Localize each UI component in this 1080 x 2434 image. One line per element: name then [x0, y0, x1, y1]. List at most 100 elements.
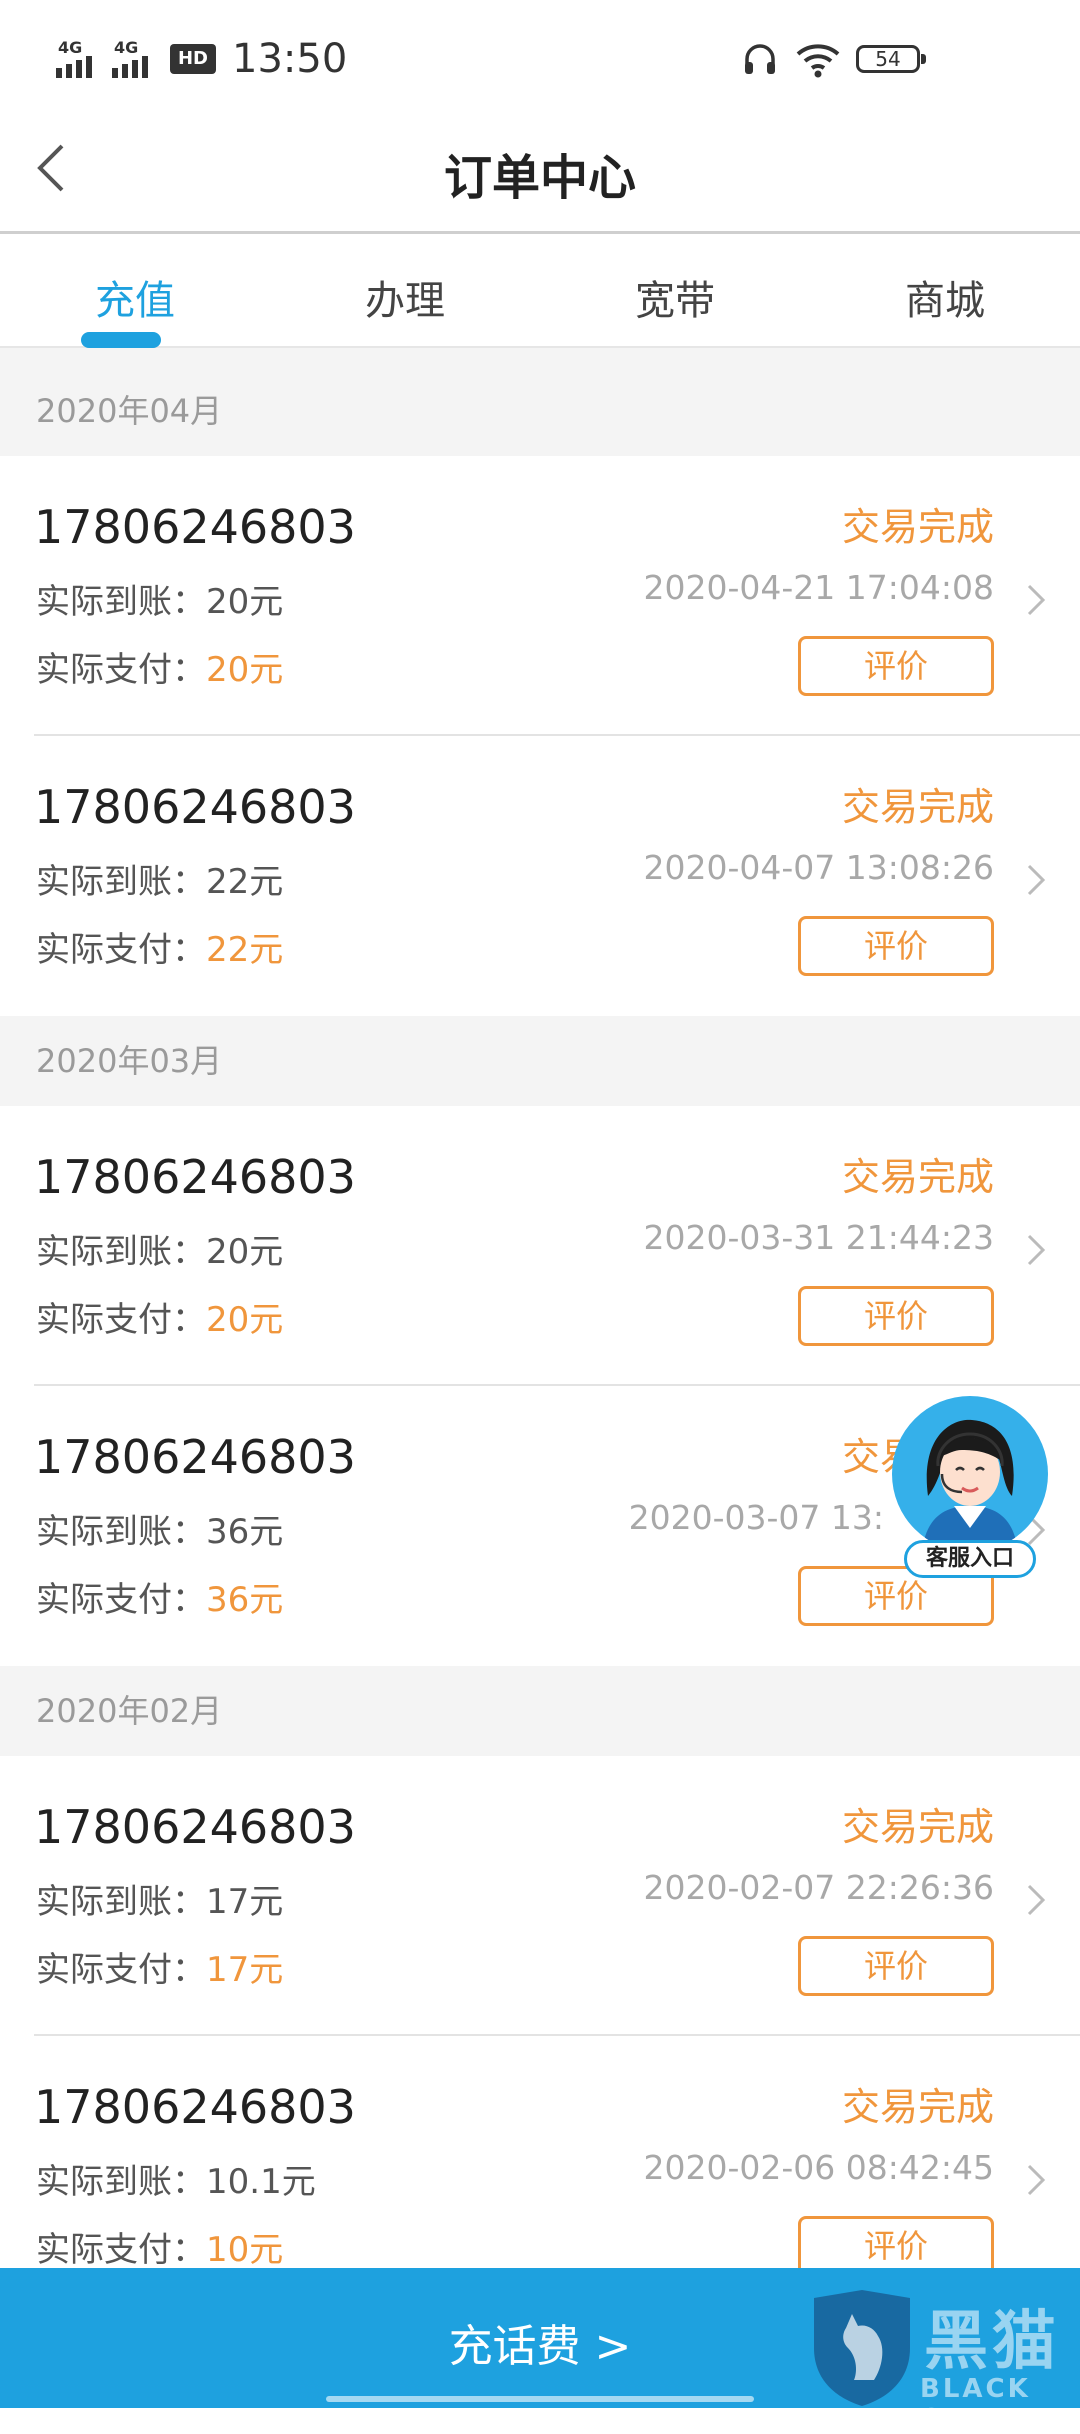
order-item[interactable]: 17806246803 交易完成 实际到账：10.1元 实际支付：10元 202… [0, 2036, 1080, 2268]
paid-label: 实际支付： [36, 2230, 206, 2268]
order-phone: 17806246803 [34, 2080, 356, 2134]
order-item[interactable]: 17806246803 交易完成 实际到账：22元 实际支付：22元 2020-… [0, 736, 1080, 1016]
order-item[interactable]: 17806246803 交易完成 实际到账：20元 实际支付：20元 2020-… [0, 1106, 1080, 1386]
paid-amount: 20元 [206, 650, 284, 690]
tab-recharge[interactable]: 充值 [0, 234, 270, 348]
received-label: 实际到账： [36, 1512, 206, 1552]
customer-service-label: 客服入口 [904, 1540, 1036, 1578]
paid-amount: 17元 [206, 1950, 284, 1990]
watermark-subtext: BLACK CAT [920, 2374, 1031, 2434]
tab-label: 商城 [905, 278, 985, 324]
order-datetime: 2020-02-07 22:26:36 [643, 1868, 994, 1907]
received-label: 实际到账： [36, 2162, 206, 2202]
paid-row: 实际支付：36元 [36, 1572, 283, 1621]
paid-amount: 10元 [206, 2230, 284, 2268]
order-datetime: 2020-04-07 13:08:26 [643, 848, 994, 887]
customer-service-entry[interactable]: 客服入口 [884, 1396, 1048, 1580]
received-amount: 17元 [206, 1882, 284, 1922]
tab-handle[interactable]: 办理 [270, 234, 540, 346]
order-item[interactable]: 17806246803 交易完成 实际到账：20元 实际支付：20元 2020-… [0, 456, 1080, 736]
tab-active-indicator [81, 332, 161, 348]
received-row: 实际到账：10.1元 [36, 2154, 316, 2203]
tab-broadband[interactable]: 宽带 [540, 234, 810, 346]
hd-voice-icon: HD [170, 44, 216, 74]
received-amount: 20元 [206, 1232, 284, 1272]
chevron-right-icon [1027, 584, 1046, 616]
app-header: 订单中心 [0, 110, 1080, 234]
separator [0, 348, 1080, 366]
received-amount: 10.1元 [206, 2162, 316, 2202]
month-header: 2020年03月 [0, 1016, 1080, 1106]
rate-button[interactable]: 评价 [798, 916, 994, 976]
paid-row: 实际支付：22元 [36, 922, 283, 971]
tab-label: 办理 [365, 278, 445, 324]
page-title: 订单中心 [443, 150, 636, 206]
order-phone: 17806246803 [34, 780, 356, 834]
received-row: 实际到账：17元 [36, 1874, 283, 1923]
received-amount: 20元 [206, 582, 284, 622]
received-row: 实际到账：22元 [36, 854, 283, 903]
black-cat-logo-icon [814, 2290, 910, 2406]
order-status: 交易完成 [841, 1155, 994, 1199]
tab-label: 充值 [95, 278, 175, 324]
month-header: 2020年04月 [0, 366, 1080, 456]
order-item[interactable]: 17806246803 交易完成 实际到账：17元 实际支付：17元 2020-… [0, 1756, 1080, 2036]
received-amount: 22元 [206, 862, 284, 902]
paid-label: 实际支付： [36, 1580, 206, 1620]
paid-amount: 22元 [206, 930, 284, 970]
paid-row: 实际支付：20元 [36, 642, 283, 691]
order-status: 交易完成 [841, 505, 994, 549]
headset-icon [745, 44, 775, 74]
tab-mall[interactable]: 商城 [810, 234, 1080, 346]
received-row: 实际到账：36元 [36, 1504, 283, 1553]
status-time: 13:50 [232, 36, 348, 82]
received-row: 实际到账：20元 [36, 574, 283, 623]
order-datetime: 2020-03-31 21:44:23 [643, 1218, 994, 1257]
paid-amount: 20元 [206, 1300, 284, 1340]
tab-bar: 充值 办理 宽带 商城 [0, 234, 1080, 348]
order-phone: 17806246803 [34, 1430, 356, 1484]
received-label: 实际到账： [36, 582, 206, 622]
received-label: 实际到账： [36, 1232, 206, 1272]
chevron-right-icon [1027, 1234, 1046, 1266]
paid-row: 实际支付：10元 [36, 2222, 283, 2268]
paid-label: 实际支付： [36, 1300, 206, 1340]
wifi-icon [796, 44, 840, 78]
status-bar: 4G 4G HD 13:50 54 [0, 0, 1080, 110]
watermark: 黑猫 BLACK CAT [808, 2288, 1080, 2434]
received-row: 实际到账：20元 [36, 1224, 283, 1273]
order-phone: 17806246803 [34, 500, 356, 554]
tab-label: 宽带 [635, 278, 715, 324]
rate-button[interactable]: 评价 [798, 636, 994, 696]
paid-label: 实际支付： [36, 930, 206, 970]
bottom-action-bar: 充话费 > 黑猫 BLACK CAT [0, 2268, 1080, 2434]
chevron-right-icon [1027, 2164, 1046, 2196]
chevron-right-icon [1027, 864, 1046, 896]
paid-label: 实际支付： [36, 650, 206, 690]
month-header: 2020年02月 [0, 1666, 1080, 1756]
received-label: 实际到账： [36, 862, 206, 902]
order-status: 交易完成 [841, 2085, 994, 2129]
order-list: 2020年04月 17806246803 交易完成 实际到账：20元 实际支付：… [0, 366, 1080, 2268]
paid-label: 实际支付： [36, 1950, 206, 1990]
order-datetime: 2020-02-06 08:42:45 [643, 2148, 994, 2187]
rate-button[interactable]: 评价 [798, 1936, 994, 1996]
home-indicator[interactable] [326, 2396, 754, 2402]
paid-row: 实际支付：20元 [36, 1292, 283, 1341]
order-datetime: 2020-04-21 17:04:08 [643, 568, 994, 607]
order-phone: 17806246803 [34, 1150, 356, 1204]
order-datetime: 2020-03-07 13: [628, 1498, 884, 1537]
watermark-text: 黑猫 [924, 2305, 1060, 2379]
cellular-signal-icon: 4G [112, 38, 174, 78]
paid-row: 实际支付：17元 [36, 1942, 283, 1991]
network-type-label: 4G [58, 38, 83, 57]
battery-icon: 54 [856, 45, 926, 73]
received-amount: 36元 [206, 1512, 284, 1552]
chevron-right-icon [1027, 1884, 1046, 1916]
network-type-label: 4G [114, 38, 139, 57]
agent-avatar-icon [892, 1396, 1048, 1552]
cellular-signal-icon: 4G [56, 38, 118, 78]
rate-button[interactable]: 评价 [798, 2216, 994, 2268]
order-status: 交易完成 [841, 785, 994, 829]
rate-button[interactable]: 评价 [798, 1286, 994, 1346]
